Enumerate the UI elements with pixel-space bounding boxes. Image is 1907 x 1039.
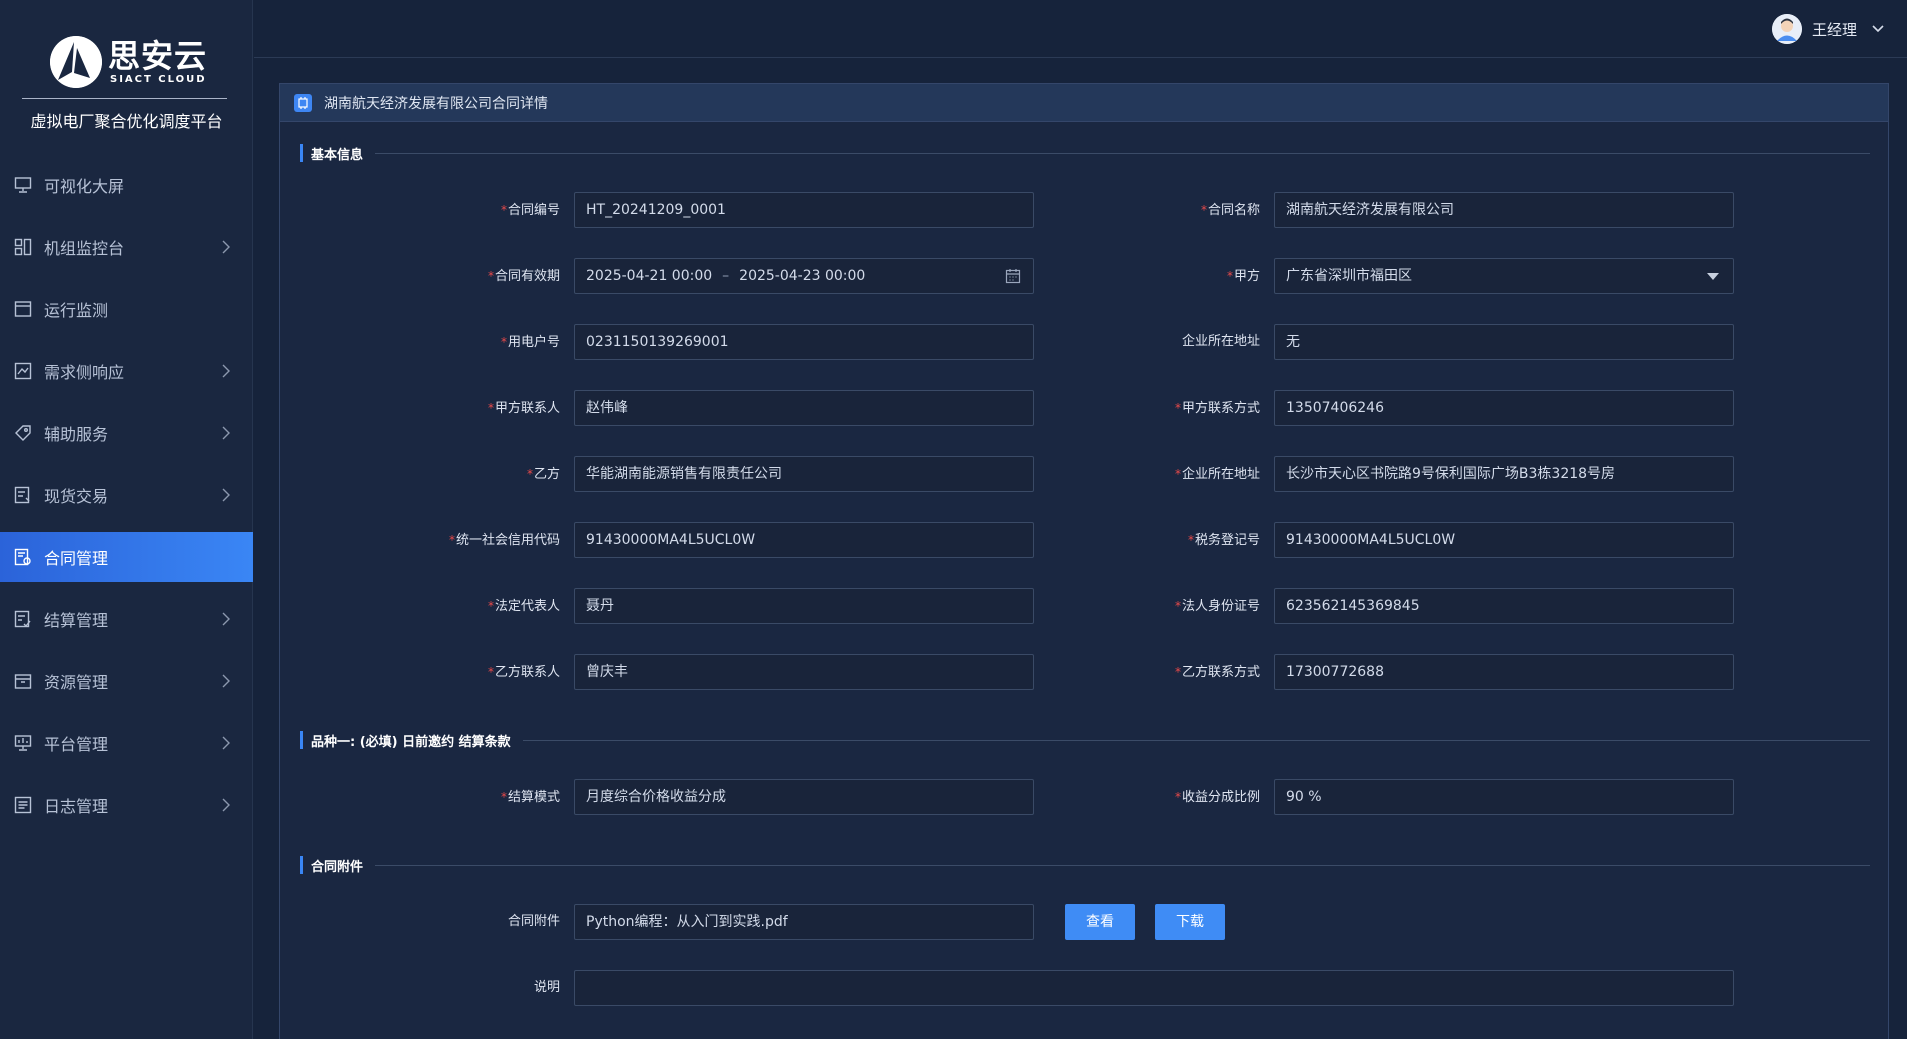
chevron-right-icon — [222, 612, 230, 626]
user-no-field[interactable]: *用电户号 0231150139269001 — [501, 324, 1034, 360]
section-attachment: 合同附件 — [300, 855, 1870, 875]
party-a-select[interactable]: *甲方 广东省深圳市福田区 — [1227, 258, 1734, 294]
sidebar-item-spot-trading[interactable]: 现货交易 — [0, 470, 253, 520]
sidebar-item-resource[interactable]: 资源管理 — [0, 656, 253, 706]
caret-down-icon — [1707, 273, 1719, 280]
tax-no-field[interactable]: *税务登记号 91430000MA4L5UCL0W — [1188, 522, 1734, 558]
party-b-address-field[interactable]: *企业所在地址 长沙市天心区书院路9号保利国际广场B3栋3218号房 — [1175, 456, 1734, 492]
sidebar-item-label: 日志管理 — [44, 797, 109, 816]
party-b-field[interactable]: *乙方 华能湖南能源销售有限责任公司 — [527, 456, 1034, 492]
share-ratio-field[interactable]: *收益分成比例 90 % — [1175, 779, 1734, 815]
sidebar-item-label: 辅助服务 — [44, 425, 109, 444]
user-name: 王经理 — [1811, 20, 1857, 39]
section-title: 合同附件 — [311, 859, 364, 875]
sidebar-menu: 可视化大屏 机组监控台 运行监测 需求侧响应 辅助服务 现货交易 合同管理 结算… — [0, 160, 253, 842]
logo-divider — [22, 98, 227, 99]
chevron-right-icon — [222, 426, 230, 440]
calendar-icon — [1005, 269, 1021, 284]
tag-icon — [14, 424, 32, 442]
view-button[interactable]: 查看 — [1065, 904, 1135, 940]
sidebar-item-label: 机组监控台 — [44, 239, 125, 258]
legal-id-field[interactable]: *法人身份证号 623562145369845 — [1175, 588, 1734, 624]
chevron-right-icon — [222, 736, 230, 750]
brand-sub: SIACT CLOUD — [110, 74, 207, 85]
chevron-right-icon — [222, 364, 230, 378]
monitor-icon — [14, 176, 32, 194]
sidebar-item-log[interactable]: 日志管理 — [0, 780, 253, 830]
sidebar-item-label: 可视化大屏 — [44, 177, 125, 196]
sidebar-item-contract[interactable]: 合同管理 — [0, 532, 253, 582]
sidebar-item-settlement[interactable]: 结算管理 — [0, 594, 253, 644]
sidebar-item-dashboard[interactable]: 可视化大屏 — [0, 160, 253, 210]
sidebar-item-label: 平台管理 — [44, 735, 109, 754]
sidebar-item-label: 资源管理 — [44, 673, 109, 692]
sidebar-item-label: 合同管理 — [44, 549, 109, 568]
sidebar-item-operation[interactable]: 运行监测 — [0, 284, 253, 334]
sidebar-item-label: 运行监测 — [44, 301, 109, 320]
logo-block: 思安云 SIACT CLOUD 虚拟电厂聚合优化调度平台 — [0, 0, 252, 148]
party-b-contact-field[interactable]: *乙方联系人 曾庆丰 — [488, 654, 1034, 690]
contract-no-field[interactable]: *合同编号 HT_20241209_0001 — [501, 192, 1034, 228]
sidebar-item-demand-response[interactable]: 需求侧响应 — [0, 346, 253, 396]
section-title: 基本信息 — [311, 147, 364, 163]
sidebar-item-ancillary[interactable]: 辅助服务 — [0, 408, 253, 458]
settlement-icon — [14, 610, 32, 628]
trade-icon — [14, 486, 32, 504]
credit-code-field[interactable]: *统一社会信用代码 91430000MA4L5UCL0W — [449, 522, 1034, 558]
section-title: 品种一: (必填) 日前邀约 结算条款 — [311, 734, 511, 750]
demand-icon — [14, 362, 32, 380]
panel-title: 湖南航天经济发展有限公司合同详情 — [324, 95, 548, 112]
brand-name: 思安云 — [108, 37, 208, 75]
chip-icon — [294, 93, 312, 112]
download-button[interactable]: 下载 — [1155, 904, 1225, 940]
contract-name-field[interactable]: *合同名称 湖南航天经济发展有限公司 — [1201, 192, 1734, 228]
platform-name: 虚拟电厂聚合优化调度平台 — [30, 112, 223, 131]
chevron-right-icon — [222, 240, 230, 254]
contract-validity-field[interactable]: *合同有效期 2025-04-21 00:00–2025-04-23 00:00 — [488, 258, 1034, 294]
contract-detail-panel: 湖南航天经济发展有限公司合同详情 基本信息 *合同编号 HT_20241209_… — [279, 83, 1889, 1039]
settlement-mode-field[interactable]: *结算模式 月度综合价格收益分成 — [501, 779, 1034, 815]
user-menu[interactable]: 王经理 — [1771, 14, 1885, 44]
chevron-down-icon — [1872, 25, 1884, 33]
party-a-phone-field[interactable]: *甲方联系方式 13507406246 — [1175, 390, 1734, 426]
grid-icon — [14, 238, 32, 256]
logo-icon — [50, 36, 102, 88]
chevron-right-icon — [222, 798, 230, 812]
log-icon — [14, 796, 32, 814]
sidebar-item-label: 现货交易 — [44, 487, 109, 506]
date-range-picker[interactable]: 2025-04-21 00:00–2025-04-23 00:00 — [574, 258, 1034, 294]
sidebar: 思安云 SIACT CLOUD 虚拟电厂聚合优化调度平台 可视化大屏 机组监控台… — [0, 0, 253, 1039]
attachment-field[interactable]: 合同附件 Python编程：从入门到实践.pdf — [508, 904, 1034, 940]
party-a-address-field[interactable]: 企业所在地址 无 — [1182, 324, 1734, 360]
legal-rep-field[interactable]: *法定代表人 聂丹 — [488, 588, 1034, 624]
sidebar-item-label: 需求侧响应 — [44, 363, 125, 382]
topbar: 王经理 — [254, 0, 1907, 58]
party-a-contact-field[interactable]: *甲方联系人 赵伟峰 — [488, 390, 1034, 426]
window-icon — [14, 300, 32, 318]
chevron-right-icon — [222, 674, 230, 688]
section-variety: 品种一: (必填) 日前邀约 结算条款 — [300, 730, 1870, 750]
section-basic-info: 基本信息 — [300, 143, 1870, 163]
sidebar-item-label: 结算管理 — [44, 611, 109, 630]
box-icon — [14, 672, 32, 690]
platform-icon — [14, 734, 32, 752]
contract-icon — [14, 548, 32, 566]
sidebar-item-platform[interactable]: 平台管理 — [0, 718, 253, 768]
chevron-right-icon — [222, 488, 230, 502]
sidebar-item-unit-monitor[interactable]: 机组监控台 — [0, 222, 253, 272]
panel-header: 湖南航天经济发展有限公司合同详情 — [280, 84, 1888, 122]
remark-field[interactable]: 说明 — [534, 970, 1734, 1006]
avatar — [1771, 14, 1802, 44]
party-b-phone-field[interactable]: *乙方联系方式 17300772688 — [1175, 654, 1734, 690]
